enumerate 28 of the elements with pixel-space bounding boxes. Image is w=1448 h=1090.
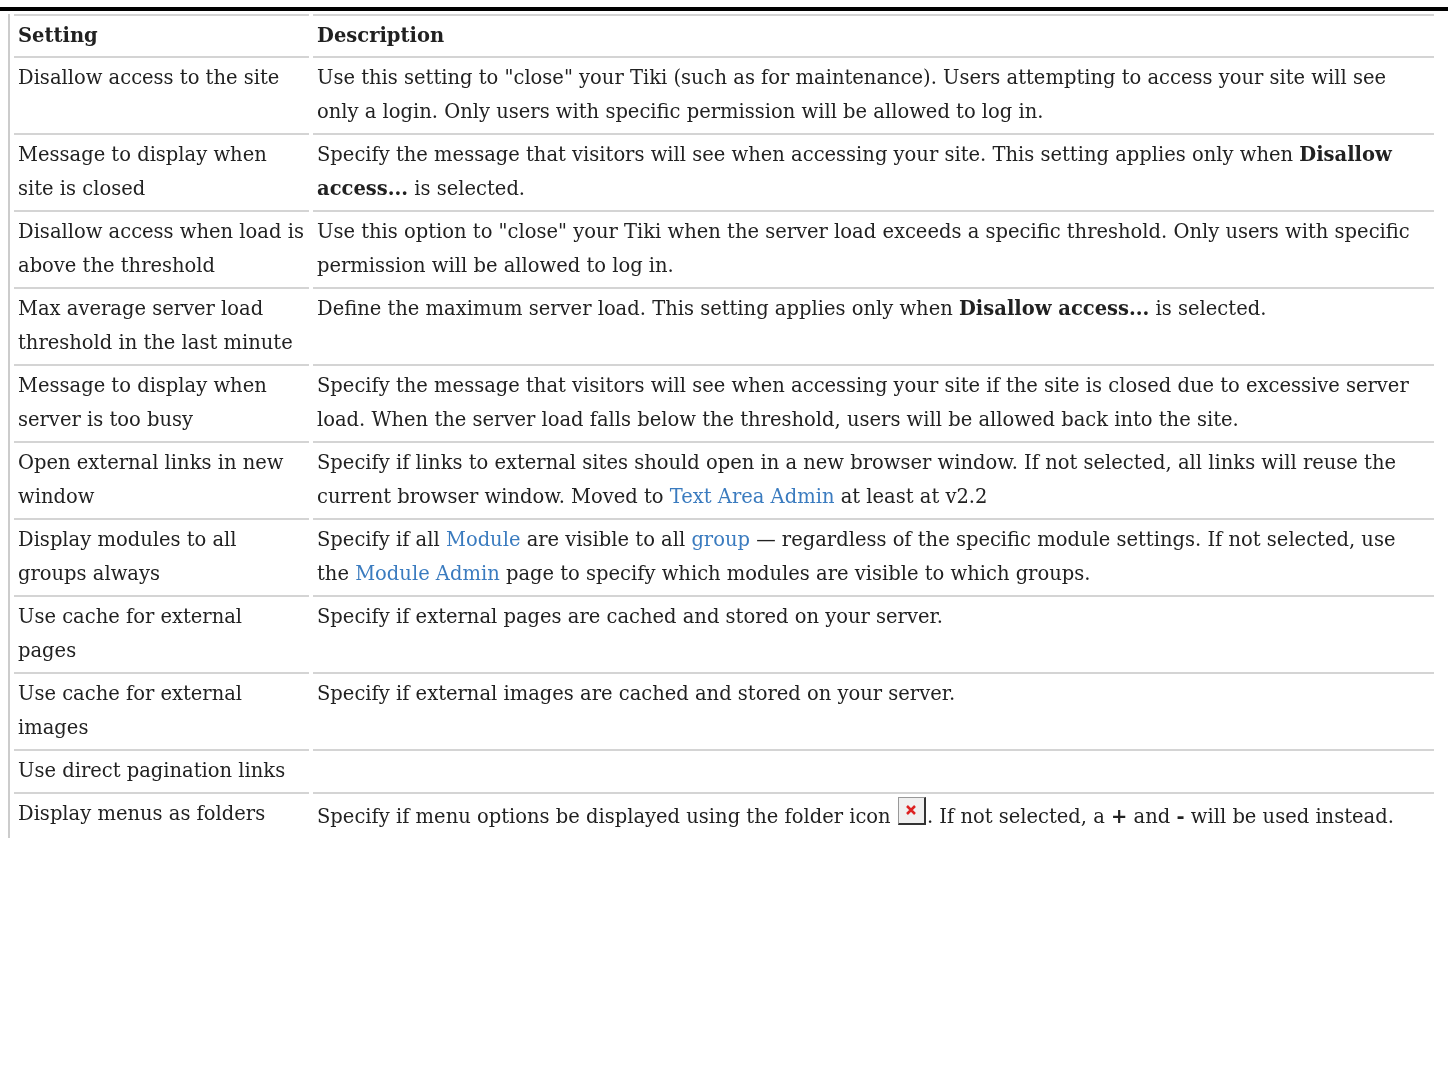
wiki-link[interactable]: group (691, 528, 750, 551)
wiki-link[interactable]: Module (445, 528, 521, 551)
setting-name: Open external links in new window (14, 441, 309, 518)
wiki-link[interactable]: Module Admin (355, 562, 500, 585)
column-header: Setting (14, 14, 309, 56)
setting-description: Use this option to "close" your Tiki when the server load exceeds a specific threshold. Only users with specific permission will be allowed to log in. (313, 210, 1434, 287)
setting-name: Message to display when site is closed (14, 133, 309, 210)
setting-description: Use this setting to "close" your Tiki (such as for maintenance). Users attempting to access your site will see only a login. Only users with specific permission will be allowed to log in. (313, 56, 1434, 133)
setting-description: Specify if links to external sites should open in a new browser window. If not selected, all links will reuse the current browser window. Moved to Text Area Admin at least at v2.2 (313, 441, 1434, 518)
setting-name: Disallow access to the site (14, 56, 309, 133)
setting-name: Use cache for external pages (14, 595, 309, 672)
setting-description: Specify the message that visitors will see when accessing your site if the site is closed due to excessive server load. When the server load falls below the threshold, users will be allowed back into the site. (313, 364, 1434, 441)
setting-description: Specify if menu options be displayed using the folder icon . If not selected, a + and - will be used instead. (313, 792, 1434, 838)
setting-name: Message to display when server is too busy (14, 364, 309, 441)
setting-name: Disallow access when load is above the threshold (14, 210, 309, 287)
setting-description: Define the maximum server load. This setting applies only when Disallow access... is selected. (313, 287, 1434, 364)
setting-name: Display modules to all groups always (14, 518, 309, 595)
setting-name: Use direct pagination links (14, 749, 309, 792)
wiki-link[interactable]: Text Area Admin (669, 485, 835, 508)
column-header: Description (313, 14, 1434, 56)
setting-name: Display menus as folders (14, 792, 309, 838)
setting-description: Specify if external images are cached and stored on your server. (313, 672, 1434, 749)
setting-name: Use cache for external images (14, 672, 309, 749)
broken-image-icon (897, 797, 926, 825)
setting-description: Specify the message that visitors will see when accessing your site. This setting applies only when Disallow access... is selected. (313, 133, 1434, 210)
setting-description: Specify if external pages are cached and stored on your server. (313, 595, 1434, 672)
setting-description: Specify if all Module are visible to all group — regardless of the specific module settings. If not selected, use the Module Admin page to specify which modules are visible to which groups. (313, 518, 1434, 595)
setting-name: Max average server load threshold in the last minute (14, 287, 309, 364)
